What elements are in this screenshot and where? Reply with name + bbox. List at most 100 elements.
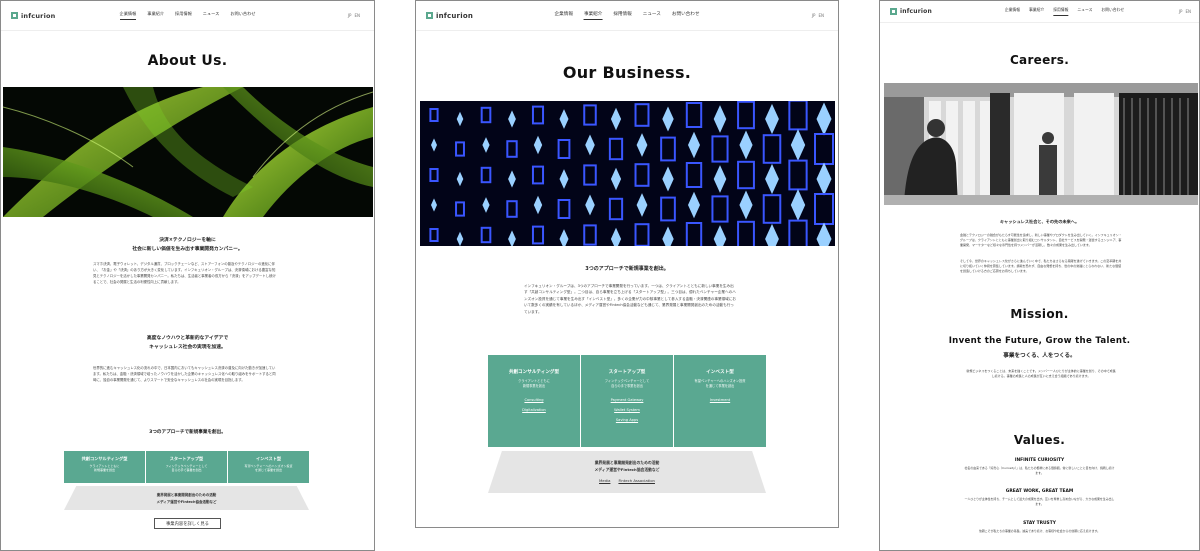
link-digitalization[interactable]: Digitalization bbox=[488, 408, 580, 412]
lang-ja[interactable]: JP bbox=[1179, 9, 1183, 14]
light-diamond bbox=[816, 162, 832, 196]
about-heading-line1: 決済×テクノロジーを軸に bbox=[159, 238, 216, 243]
mission-en: Invent the Future, Grow the Talent. bbox=[948, 336, 1131, 346]
blue-lights-graphic bbox=[429, 101, 834, 246]
light-diamond bbox=[508, 230, 516, 246]
nav-item-company[interactable]: 企業情報 bbox=[555, 11, 573, 20]
careers-heading: キャッシュレス社会と、その先の未来へ。 bbox=[999, 219, 1080, 224]
light-diamond bbox=[713, 105, 727, 133]
card-invest[interactable]: インベスト型 有望ベンチャーへのハンズオン投資 を通じて事業を創出 Invest… bbox=[674, 355, 766, 447]
card-title: インベスト型 bbox=[706, 370, 734, 375]
business-page: infcurion 企業情報 事業紹介 採用情報 ニュース お問い合わせ JP … bbox=[415, 0, 839, 528]
nav-item-news[interactable]: ニュース bbox=[203, 11, 220, 20]
logo-text: infcurion bbox=[900, 8, 932, 15]
card-sub: を通じて事業を創出 bbox=[705, 384, 735, 388]
nav-item-careers[interactable]: 採用情報 bbox=[1053, 7, 1069, 16]
light-frame bbox=[557, 139, 571, 159]
link-wallet-system[interactable]: Wallet System bbox=[581, 408, 673, 412]
global-nav: 企業情報 事業紹介 採用情報 ニュース お問い合わせ bbox=[1005, 7, 1124, 16]
link-payment-gateway[interactable]: Payment Gateway bbox=[581, 398, 673, 402]
light-diamond bbox=[508, 110, 516, 128]
nav-item-company[interactable]: 企業情報 bbox=[119, 11, 137, 20]
light-diamond bbox=[790, 129, 806, 161]
global-nav: 企業情報 事業紹介 採用情報 ニュース お問い合わせ bbox=[555, 11, 700, 20]
light-diamond bbox=[739, 190, 753, 220]
business-detail-button[interactable]: 事業内容を詳しく見る bbox=[154, 518, 221, 529]
light-diamond bbox=[765, 163, 779, 195]
light-frame bbox=[429, 168, 439, 182]
link-fintech-association[interactable]: Fintech Association bbox=[618, 477, 655, 484]
site-logo[interactable]: infcurion bbox=[890, 8, 932, 15]
lang-en[interactable]: EN bbox=[818, 13, 824, 18]
lang-en[interactable]: EN bbox=[1185, 9, 1191, 14]
link-investment[interactable]: Investment bbox=[674, 398, 766, 402]
value-item: STAY TRUSTY 信頼こそが私たちの事業の基盤。誠実であり続け、お客様や社… bbox=[880, 521, 1199, 534]
light-diamond bbox=[688, 131, 700, 159]
nav-item-business[interactable]: 事業紹介 bbox=[147, 11, 164, 20]
light-diamond bbox=[559, 169, 569, 189]
language-switch[interactable]: JP EN bbox=[812, 13, 824, 18]
light-frame bbox=[480, 226, 492, 244]
link-consulting[interactable]: Consulting bbox=[488, 398, 580, 402]
nav-item-contact[interactable]: お問い合わせ bbox=[230, 11, 255, 20]
value-name: GREAT WORK, GREAT TEAM bbox=[1005, 489, 1074, 494]
site-logo[interactable]: infcurion bbox=[426, 12, 473, 20]
lang-ja[interactable]: JP bbox=[348, 13, 352, 18]
card-title: スタートアップ型 bbox=[169, 456, 204, 461]
nav-item-news[interactable]: ニュース bbox=[1077, 7, 1092, 16]
careers-paragraph: 金融とテクノロジーの融合がもたらす可能性を追求し、新しい事業やプロダクトを生み出… bbox=[960, 233, 1122, 248]
nav-item-careers[interactable]: 採用情報 bbox=[175, 11, 192, 20]
activities-line2: メディア運営やFintech協会活動など bbox=[156, 499, 217, 504]
lang-en[interactable]: EN bbox=[354, 13, 360, 18]
light-frame bbox=[788, 219, 808, 246]
light-frame bbox=[531, 165, 545, 185]
card-sub: 新規事業を創出 bbox=[522, 384, 546, 388]
link-saving-apps[interactable]: Saving Apps bbox=[581, 418, 673, 422]
light-frame bbox=[788, 101, 808, 131]
link-media[interactable]: Media bbox=[599, 477, 610, 484]
value-name: INFINITE CURIOSITY bbox=[1014, 458, 1065, 463]
card-sub: 新規事業を創出 bbox=[93, 468, 115, 472]
nav-item-contact[interactable]: お問い合わせ bbox=[1101, 7, 1124, 16]
lang-ja[interactable]: JP bbox=[812, 13, 816, 18]
card-title: 共創コンサルティング型 bbox=[508, 370, 560, 375]
light-frame bbox=[480, 106, 492, 124]
light-diamond bbox=[765, 103, 779, 135]
nav-item-company[interactable]: 企業情報 bbox=[1005, 7, 1020, 16]
light-diamond bbox=[533, 135, 543, 155]
light-diamond bbox=[765, 223, 779, 246]
language-switch[interactable]: JP EN bbox=[348, 13, 360, 18]
nav-item-contact[interactable]: お問い合わせ bbox=[672, 11, 700, 20]
card-startup[interactable]: スタートアップ型 フィンテックベンチャーとして 自らの手で事業を創出 bbox=[146, 451, 227, 483]
card-startup[interactable]: スタートアップ型 フィンテックベンチャーとして 自らの手で事業を創出 Payme… bbox=[581, 355, 673, 447]
light-diamond bbox=[559, 229, 569, 246]
light-frame bbox=[531, 105, 545, 125]
activities-line1: 業界発展と事業開発創出のための活動 bbox=[594, 460, 660, 465]
light-frame bbox=[685, 102, 703, 128]
activities-links: Media Fintech Association bbox=[488, 477, 766, 484]
light-diamond bbox=[559, 109, 569, 129]
light-frame bbox=[455, 201, 465, 217]
nav-item-careers[interactable]: 採用情報 bbox=[613, 11, 631, 20]
card-title: インベスト型 bbox=[255, 456, 282, 461]
nav-item-news[interactable]: ニュース bbox=[643, 11, 661, 20]
light-frame bbox=[737, 101, 755, 130]
language-switch[interactable]: JP EN bbox=[1179, 9, 1191, 14]
logo-text: infcurion bbox=[436, 11, 474, 20]
card-co-creation[interactable]: 共創コンサルティング型 クライアントとともに 新規事業を創出 Consultin… bbox=[488, 355, 580, 447]
green-waves-graphic bbox=[3, 87, 373, 217]
page-title: About Us. bbox=[147, 53, 228, 69]
site-logo[interactable]: infcurion bbox=[11, 12, 56, 20]
nav-item-business[interactable]: 事業紹介 bbox=[1029, 7, 1044, 16]
careers-page: infcurion 企業情報 事業紹介 採用情報 ニュース お問い合わせ JP … bbox=[879, 0, 1200, 551]
light-frame bbox=[480, 166, 492, 184]
card-co-creation[interactable]: 共創コンサルティング型 クライアントとともに 新規事業を創出 bbox=[64, 451, 145, 483]
office-photo-graphic bbox=[884, 83, 1198, 205]
light-diamond bbox=[688, 191, 700, 219]
light-frame bbox=[762, 194, 782, 224]
screenshot-board: infcurion 企業情報 事業紹介 採用情報 ニュース お問い合わせ JP … bbox=[0, 0, 1200, 551]
approach-heading: 3つのアプローチで新規事業を創出。 bbox=[149, 430, 226, 435]
light-diamond bbox=[431, 138, 437, 152]
card-invest[interactable]: インベスト型 有望ベンチャーへのハンズオン投資 を通じて事業を創出 bbox=[228, 451, 309, 483]
nav-item-business[interactable]: 事業紹介 bbox=[583, 11, 603, 20]
